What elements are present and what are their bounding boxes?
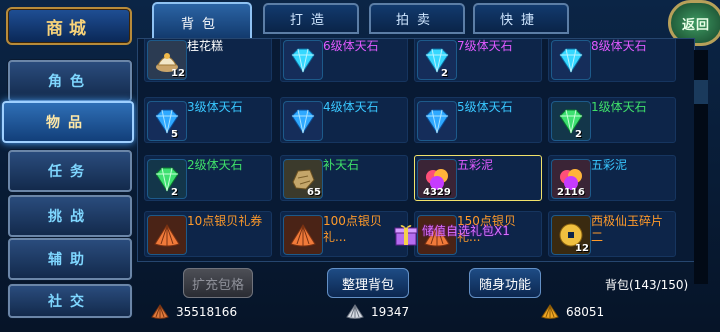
inventory-slot[interactable]: 2 7级体天石 [414,39,542,82]
item-name: 西极仙玉碎片二 [591,214,664,244]
item-name: 1级体天石 [591,100,647,114]
item-count: 2 [171,187,178,198]
item-name: 7级体天石 [457,39,513,53]
inventory-slot[interactable]: 8级体天石 [548,39,676,82]
sidebar-item-social[interactable]: 社交 [8,284,132,318]
inventory-slot[interactable]: 4级体天石 [280,97,408,143]
sidebar-item-quests[interactable]: 任务 [8,150,132,192]
sidebar-item-items[interactable]: 物品 [2,101,134,143]
sort-bag-button[interactable]: 整理背包 [327,268,409,298]
bag-capacity: 背包(143/150) [605,278,689,292]
gem-blue-icon [147,101,187,141]
silver-shell-icon [346,304,364,319]
gold-currency: 68051 [540,303,604,321]
item-name: 桂花糕 [187,39,224,53]
inventory-slot[interactable]: 2116 五彩泥 [548,155,676,201]
sidebar-item-character[interactable]: 角色 [8,60,132,102]
item-name: 2级体天石 [187,158,243,172]
item-name: 补天石 [323,158,360,172]
inventory-slot[interactable]: 2 2级体天石 [144,155,272,201]
item-name: 五彩泥 [591,158,628,172]
item-name: 100点银贝礼... [323,214,382,244]
inventory-slot[interactable]: 5 3级体天石 [144,97,272,143]
copper-shell-icon [151,304,169,319]
tab-auction[interactable]: 拍卖 [369,3,465,34]
item-name: 8级体天石 [591,39,647,53]
gem-blue-icon [283,101,323,141]
gem-pink-icon [551,40,591,80]
item-name: 5级体天石 [457,100,513,114]
item-count: 2 [441,68,448,79]
game-window: 商城 角色 物品 任务 挑战 辅助 社交 背包 打造 拍卖 快捷 返回 12 桂花… [0,0,720,332]
inventory-slot[interactable]: 12 西极仙玉碎片二 [548,211,676,257]
inventory-slot[interactable]: 65 补天石 [280,155,408,201]
item-count: 2 [575,129,582,140]
item-name: 五彩泥 [457,158,494,172]
item-name: 10点银贝礼券 [187,214,263,228]
shop-title: 商城 [6,7,132,45]
coupon-icon [283,215,323,255]
item-name: 3级体天石 [187,100,243,114]
inventory-slot[interactable]: 10点银贝礼券 [144,211,272,257]
coupon-icon [147,215,187,255]
item-count: 65 [307,187,321,198]
item-count: 2116 [557,187,585,198]
tab-forge[interactable]: 打造 [263,3,359,34]
item-name: 6级体天石 [323,39,379,53]
inventory-slot[interactable]: 5级体天石 [414,97,542,143]
tab-bag[interactable]: 背包 [152,2,252,42]
inventory-slot[interactable]: 4329 五彩泥 [414,155,542,201]
inventory-slot[interactable]: 12 桂花糕 [144,39,272,82]
gem-pink-icon [417,40,457,80]
item-count: 12 [575,243,589,254]
gold-shell-icon [541,304,559,319]
item-count: 12 [171,68,185,79]
gem-green-icon [551,101,591,141]
gem-pink-icon [283,40,323,80]
sidebar-item-assist[interactable]: 辅助 [8,238,132,280]
item-count: 5 [171,129,178,140]
portable-function-button[interactable]: 随身功能 [469,268,541,298]
inventory-slot[interactable]: 2 1级体天石 [548,97,676,143]
expand-bag-button[interactable]: 扩充包格 [183,268,253,298]
copper-currency: 35518166 [150,303,237,321]
tab-quick[interactable]: 快捷 [473,3,569,34]
silver-currency: 19347 [345,303,409,321]
gem-blue-icon [417,101,457,141]
scrollbar-thumb[interactable] [694,80,708,104]
item-count: 4329 [423,187,451,198]
inventory-slot[interactable]: 6级体天石 [280,39,408,82]
gem-green-icon [147,159,187,199]
sidebar-item-challenge[interactable]: 挑战 [8,195,132,237]
item-name: 4级体天石 [323,100,379,114]
reward-notice: 储值自选礼包X1 [422,224,510,238]
inventory-slot[interactable]: 100点银贝礼... [280,211,408,257]
